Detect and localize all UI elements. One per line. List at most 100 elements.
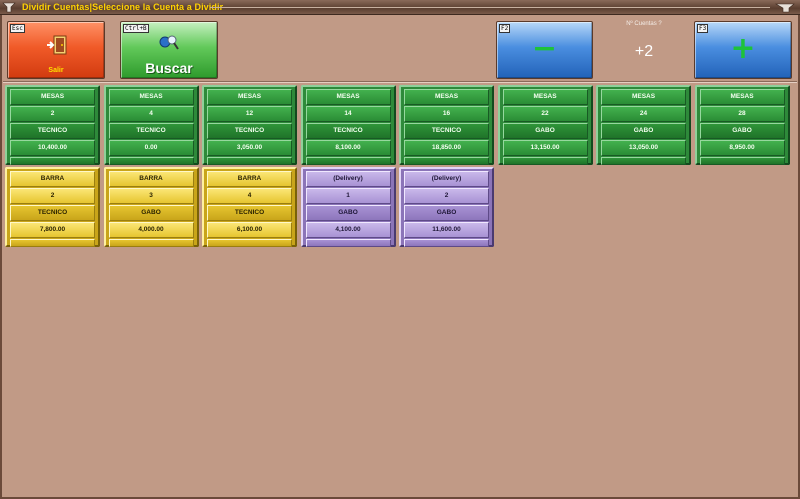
account-type: MESAS [305, 89, 391, 105]
account-card[interactable]: BARRA 3 GABO 4,000.00 [103, 167, 199, 247]
account-number: 2 [10, 106, 95, 122]
account-user: TECNICO [305, 123, 391, 139]
account-card[interactable]: MESAS 28 GABO 8,950.00 [694, 85, 790, 165]
search-button[interactable]: Ctrl+B Buscar [120, 21, 218, 79]
toolbar: Esc Salir Ctrl+B Buscar F2 − Nº Cuentas … [3, 17, 797, 81]
account-card[interactable]: (Delivery) 1 GABO 4,100.00 [300, 167, 396, 247]
account-footer [10, 239, 95, 247]
account-user: GABO [502, 123, 588, 139]
account-type: MESAS [404, 89, 489, 105]
account-number: 24 [601, 106, 686, 122]
account-type: BARRA [10, 171, 95, 187]
account-user: TECNICO [207, 123, 292, 139]
account-number: 14 [305, 106, 391, 122]
search-label: Buscar [145, 60, 193, 76]
account-card[interactable]: BARRA 2 TECNICO 7,800.00 [5, 167, 100, 247]
account-type: MESAS [502, 89, 588, 105]
increase-accounts-button[interactable]: F3 + [694, 21, 792, 79]
account-card[interactable]: (Delivery) 2 GABO 11,600.00 [399, 167, 494, 247]
account-user: GABO [699, 123, 785, 139]
account-number: 28 [699, 106, 785, 122]
shortcut-key-ctrl-b: Ctrl+B [123, 24, 149, 33]
account-user: TECNICO [207, 205, 292, 221]
plus-icon: + [730, 31, 756, 66]
account-user: GABO [305, 205, 391, 221]
account-user: GABO [601, 123, 686, 139]
account-type: MESAS [10, 89, 95, 105]
window-menu-icon[interactable] [774, 2, 796, 13]
account-card[interactable]: MESAS 24 GABO 13,050.00 [596, 85, 691, 165]
account-footer [108, 239, 194, 247]
account-footer [207, 239, 292, 247]
account-card[interactable]: BARRA 4 TECNICO 6,100.00 [202, 167, 297, 247]
account-card[interactable]: MESAS 4 TECNICO 0.00 [103, 85, 199, 165]
account-number: 2 [10, 188, 95, 204]
account-footer [108, 157, 194, 165]
account-amount: 18,850.00 [404, 140, 489, 156]
account-card[interactable]: MESAS 12 TECNICO 3,050.00 [202, 85, 297, 165]
account-footer [305, 157, 391, 165]
account-footer [601, 157, 686, 165]
account-footer [10, 157, 95, 165]
account-number: 2 [404, 188, 489, 204]
account-card[interactable]: MESAS 16 TECNICO 18,850.00 [399, 85, 494, 165]
account-number: 4 [108, 106, 194, 122]
account-user: TECNICO [108, 123, 194, 139]
account-footer [404, 157, 489, 165]
account-footer [305, 239, 391, 247]
account-count-label: Nº Cuentas ? [626, 21, 662, 27]
account-amount: 0.00 [108, 140, 194, 156]
window-title: Dividir Cuentas|Seleccione la Cuenta a D… [22, 2, 224, 12]
decrease-accounts-button[interactable]: F2 − [496, 21, 593, 79]
shortcut-key-f2: F2 [499, 24, 511, 33]
shortcut-key-esc: Esc [10, 24, 25, 33]
account-amount: 11,600.00 [404, 222, 489, 238]
accounts-row-barra-delivery: BARRA 2 TECNICO 7,800.00 BARRA 3 GABO 4,000.00 B… [5, 167, 797, 247]
account-user: GABO [404, 205, 489, 221]
account-type: MESAS [207, 89, 292, 105]
account-type: MESAS [601, 89, 686, 105]
account-type: BARRA [108, 171, 194, 187]
account-amount: 8,100.00 [305, 140, 391, 156]
account-amount: 10,400.00 [10, 140, 95, 156]
account-amount: 6,100.00 [207, 222, 292, 238]
exit-label: Salir [48, 67, 64, 74]
account-amount: 4,100.00 [305, 222, 391, 238]
account-card[interactable]: MESAS 2 TECNICO 10,400.00 [5, 85, 100, 165]
account-amount: 4,000.00 [108, 222, 194, 238]
account-number: 3 [108, 188, 194, 204]
exit-door-icon [46, 34, 68, 56]
account-count-value: +2 [634, 43, 654, 60]
account-footer [699, 157, 785, 165]
account-type: BARRA [207, 171, 292, 187]
title-bar: Dividir Cuentas|Seleccione la Cuenta a D… [0, 0, 800, 15]
accounts-row-mesas: MESAS 2 TECNICO 10,400.00 MESAS 4 TECNICO 0.00 M… [5, 85, 797, 165]
title-divider [210, 7, 770, 8]
account-number: 1 [305, 188, 391, 204]
account-footer [404, 239, 489, 247]
app-menu-icon[interactable] [2, 2, 16, 13]
account-type: (Delivery) [305, 171, 391, 187]
account-type: MESAS [108, 89, 194, 105]
account-card[interactable]: MESAS 14 TECNICO 8,100.00 [300, 85, 396, 165]
account-number: 12 [207, 106, 292, 122]
account-amount: 13,150.00 [502, 140, 588, 156]
account-number: 4 [207, 188, 292, 204]
exit-button[interactable]: Esc Salir [7, 21, 105, 79]
shortcut-key-f3: F3 [697, 24, 709, 33]
account-amount: 7,800.00 [10, 222, 95, 238]
account-number: 16 [404, 106, 489, 122]
account-number: 22 [502, 106, 588, 122]
toolbar-divider [3, 81, 797, 83]
account-user: TECNICO [10, 205, 95, 221]
account-type: MESAS [699, 89, 785, 105]
minus-icon: − [531, 31, 558, 66]
account-card[interactable]: MESAS 22 GABO 13,150.00 [497, 85, 593, 165]
account-amount: 13,050.00 [601, 140, 686, 156]
search-magnifier-icon [158, 34, 180, 52]
account-user: TECNICO [404, 123, 489, 139]
account-amount: 3,050.00 [207, 140, 292, 156]
account-user: TECNICO [10, 123, 95, 139]
account-footer [207, 157, 292, 165]
account-type: (Delivery) [404, 171, 489, 187]
